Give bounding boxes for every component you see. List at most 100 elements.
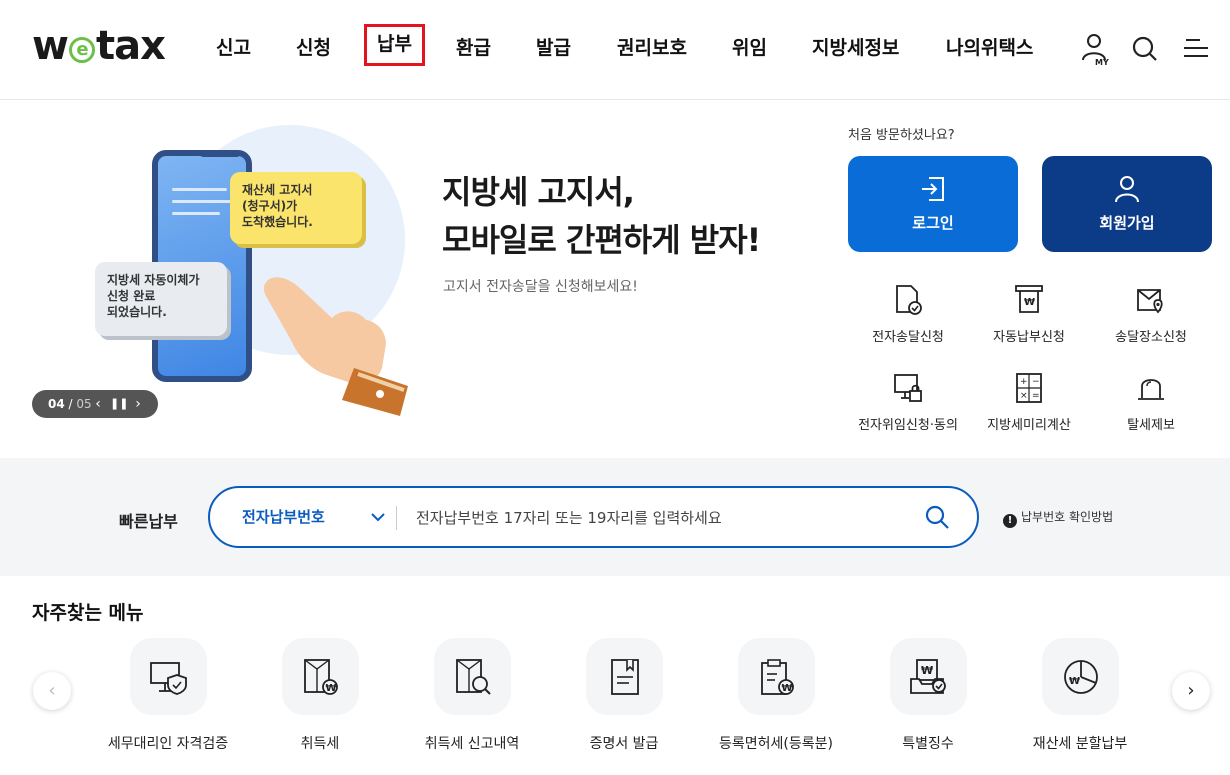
- frequent-menu-item[interactable]: 증명서 발급: [548, 638, 700, 758]
- payment-number-help-link[interactable]: ! 납부번호 확인방법: [1003, 509, 1114, 528]
- menu-icon[interactable]: [1180, 30, 1214, 66]
- search-icon[interactable]: [1128, 30, 1162, 66]
- quick-pay-label: 빠른납부: [119, 512, 178, 531]
- frequent-menu-icon-box: ₩: [1042, 638, 1119, 715]
- mail-location-icon: [1137, 289, 1163, 314]
- quick-link-label: 지방세미리계산: [987, 418, 1071, 433]
- calculator-icon: + −× =: [1016, 373, 1042, 403]
- slide-controller: 04 / 05 ‹ ❚❚ ›: [32, 390, 158, 418]
- quick-link-label: 전자위임신청·동의: [858, 418, 958, 433]
- tray-won-check-icon: ₩: [910, 659, 946, 694]
- quick-pay-search-box: 전자납부번호: [208, 486, 979, 548]
- frequent-menu-icon-box: ₩: [890, 638, 967, 715]
- phone-notch: [200, 151, 240, 157]
- quick-link-label: 자동납부신청: [993, 330, 1065, 345]
- login-icon: [922, 177, 944, 201]
- nav-delegation[interactable]: 위임: [732, 28, 767, 68]
- frequent-menu-title: 자주찾는 메뉴: [32, 602, 144, 624]
- frequent-menu-item[interactable]: ₩ 취득세: [244, 638, 396, 758]
- pie-chart-won-icon: ₩: [1064, 660, 1098, 694]
- frequent-menu-item[interactable]: 취득세 신고내역: [396, 638, 548, 758]
- svg-text:₩: ₩: [326, 683, 337, 694]
- monitor-shield-icon: [150, 662, 187, 695]
- login-button[interactable]: 로그인: [848, 156, 1018, 252]
- svg-text:×: ×: [1020, 391, 1028, 401]
- auto-pay-bubble: 지방세 자동이체가 신청 완료 되었습니다.: [95, 262, 227, 336]
- nav-rights[interactable]: 권리보호: [617, 28, 687, 68]
- nav-local-tax-info[interactable]: 지방세정보: [812, 28, 899, 68]
- frequent-menu-icon-box: [130, 638, 207, 715]
- payment-type-select[interactable]: 전자납부번호: [242, 488, 325, 546]
- frequent-menu-label: 취득세 신고내역: [424, 736, 520, 752]
- nav-refund[interactable]: 환급: [456, 28, 491, 68]
- hero-title-line1: 지방세 고지서,: [442, 173, 635, 211]
- nav-apply[interactable]: 신청: [296, 28, 331, 68]
- quick-link-label: 전자송달신청: [872, 330, 944, 345]
- document-search-icon: [456, 659, 491, 695]
- first-visit-text: 처음 방문하셨나요?: [848, 128, 955, 143]
- svg-text:−: −: [1032, 377, 1040, 387]
- payment-number-input[interactable]: [416, 502, 896, 534]
- frequent-next-button[interactable]: ›: [1172, 672, 1210, 710]
- help-text: 납부번호 확인방법: [1021, 510, 1114, 524]
- clipboard-won-icon: ₩: [761, 659, 794, 695]
- frequent-menu-item[interactable]: ₩ 등록면허세(등록분): [700, 638, 852, 758]
- wetax-logo[interactable]: w e tax: [32, 24, 166, 68]
- frequent-menu-icon-box: ₩: [282, 638, 359, 715]
- slide-prev-icon[interactable]: ‹: [90, 390, 106, 418]
- frequent-menu-label: 증명서 발급: [589, 736, 659, 752]
- document-check-icon: [896, 285, 922, 315]
- frequent-menu-item[interactable]: ₩ 재산세 분할납부: [1004, 638, 1156, 758]
- quick-e-delegation[interactable]: 전자위임신청·동의: [843, 372, 973, 433]
- svg-text:+: +: [1020, 377, 1028, 387]
- divider: [396, 506, 397, 530]
- my-page-icon[interactable]: MY: [1078, 30, 1112, 67]
- my-label: MY: [1095, 58, 1109, 66]
- hero-title[interactable]: 지방세 고지서, 모바일로 간편하게 받자!: [442, 168, 761, 264]
- frequent-menu-label: 재산세 분할납부: [1032, 736, 1128, 752]
- alarm-bell-icon: [1138, 379, 1164, 400]
- frequent-menu-label: 취득세: [300, 736, 340, 752]
- nav-issue[interactable]: 발급: [536, 28, 571, 68]
- frequent-menu-icon-box: ₩: [738, 638, 815, 715]
- phone-text-line: [172, 212, 220, 215]
- pointing-hand-icon: [263, 277, 408, 416]
- quick-tax-report[interactable]: 탈세제보: [1086, 372, 1216, 433]
- frequent-menu-icon-box: [586, 638, 663, 715]
- hero-subtitle: 고지서 전자송달을 신청해보세요!: [443, 279, 638, 295]
- quick-tax-calculator[interactable]: + − × = 지방세미리계산: [964, 372, 1094, 433]
- chevron-down-icon[interactable]: [370, 509, 386, 525]
- frequent-menu-icon-box: [434, 638, 511, 715]
- join-button[interactable]: 회원가입: [1042, 156, 1212, 252]
- chevron-right-icon: ›: [1187, 680, 1195, 701]
- frequent-menu-item[interactable]: 세무대리인 자격검증: [92, 638, 244, 758]
- frequent-menu-item[interactable]: ₩ 특별징수: [852, 638, 1004, 758]
- nav-report[interactable]: 신고: [216, 28, 251, 68]
- quick-delivery-place[interactable]: 송달장소신청: [1086, 284, 1216, 345]
- quick-e-delivery[interactable]: 전자송달신청: [843, 284, 973, 345]
- nav-my-wetax[interactable]: 나의위택스: [946, 28, 1033, 68]
- quick-link-label: 탈세제보: [1127, 418, 1175, 433]
- svg-text:=: =: [1032, 391, 1040, 401]
- search-icon[interactable]: [924, 504, 950, 530]
- hero-title-line2: 모바일로 간편하게 받자!: [442, 221, 761, 259]
- frequent-menu-label: 특별징수: [902, 736, 954, 752]
- slide-pause-icon[interactable]: ❚❚: [110, 390, 128, 418]
- quick-auto-pay[interactable]: ₩ 자동납부신청: [964, 284, 1094, 345]
- exclamation-icon: !: [1003, 514, 1017, 528]
- join-label: 회원가입: [1099, 214, 1155, 232]
- site-header: w e tax 신고 신청 납부 환급 발급 권리보호 위임 지방세정보 나의위택스…: [0, 0, 1230, 100]
- nav-payment[interactable]: 납부: [364, 24, 425, 66]
- svg-text:₩: ₩: [921, 664, 933, 677]
- svg-text:₩: ₩: [782, 683, 793, 694]
- slide-current: 04: [48, 397, 65, 411]
- monitor-lock-icon: [894, 374, 922, 402]
- notice-bubble: 재산세 고지서 (청구서)가 도착했습니다.: [230, 172, 362, 244]
- auto-pay-bubble-text: 지방세 자동이체가 신청 완료 되었습니다.: [107, 273, 200, 319]
- phone-text-line: [172, 200, 232, 203]
- svg-text:₩: ₩: [1024, 297, 1035, 308]
- slide-next-icon[interactable]: ›: [130, 390, 146, 418]
- quick-link-label: 송달장소신청: [1115, 330, 1187, 345]
- notice-bubble-text: 재산세 고지서 (청구서)가 도착했습니다.: [242, 183, 313, 229]
- frequent-prev-button[interactable]: ‹: [33, 672, 71, 710]
